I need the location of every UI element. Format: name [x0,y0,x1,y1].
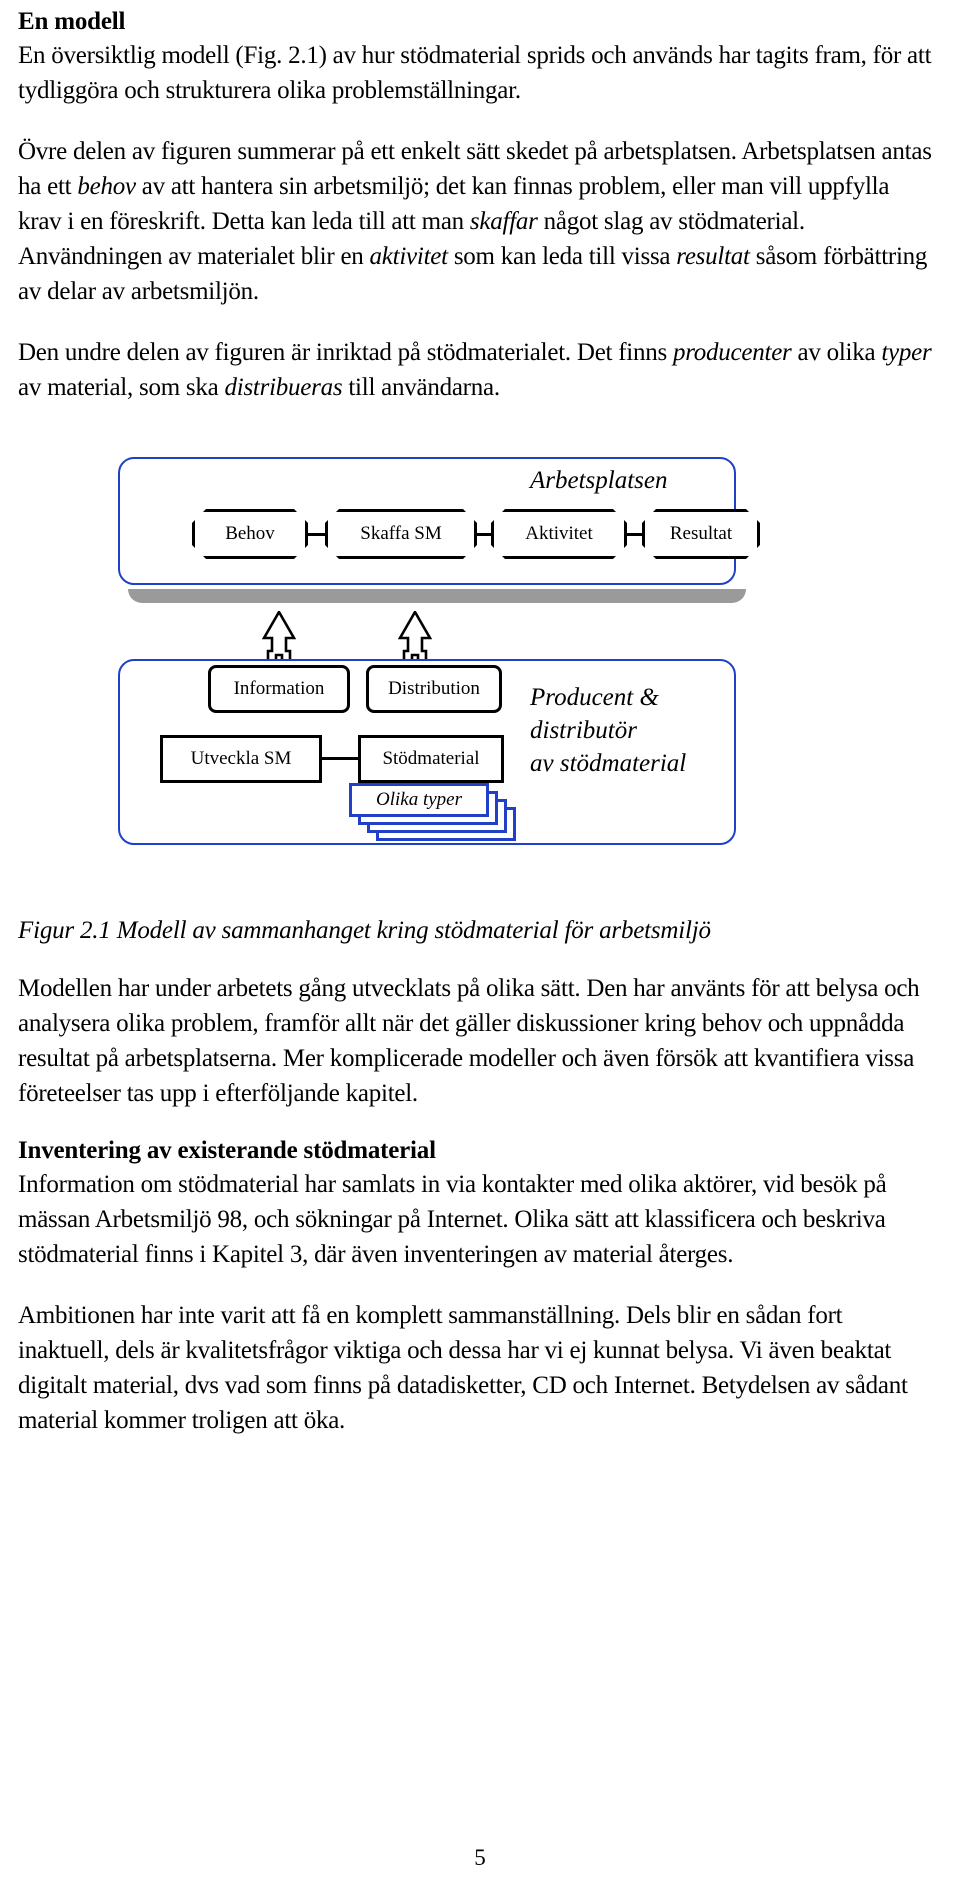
node-skaffa-sm: Skaffa SM [325,509,477,559]
producer-panel-label: Producent & distributör av stödmaterial [530,681,686,780]
paragraph-6: Ambitionen har inte varit att få en komp… [18,1302,908,1434]
page-heading-en-modell: En modell [18,8,126,35]
connector-utveckla-stodmaterial [321,757,361,760]
box-information: Information [208,665,350,713]
connector-behov-skaffa [306,533,328,536]
figure-caption: Figur 2.1 Modell av sammanhanget kring s… [18,917,711,944]
paragraph-5: Information om stödmaterial har samlats … [18,1171,887,1268]
producer-label-line-2: distributör [530,717,637,744]
top-panel-shadow [128,589,746,603]
figure-2-1: Arbetsplatsen Behov Skaffa SM Aktivitet … [18,439,938,909]
box-stodmaterial: Stödmaterial [358,735,504,783]
stack-olika-typer: Olika typer [349,783,489,817]
paragraph-2: Övre delen av figuren summerar på ett en… [18,138,932,305]
page-heading-inventering: Inventering av existerande stödmaterial [18,1137,436,1164]
paragraph-4: Modellen har under arbetets gång utveckl… [18,975,920,1107]
paragraph-3: Den undre delen av figuren är inriktad p… [18,339,932,401]
producer-label-line-1: Producent & [530,684,659,711]
node-behov: Behov [192,509,308,559]
node-resultat: Resultat [642,509,760,559]
paragraph-1: En översiktlig modell (Fig. 2.1) av hur … [18,42,932,104]
node-aktivitet: Aktivitet [491,509,627,559]
document-page: En modell En översiktlig modell (Fig. 2.… [0,0,960,1885]
box-utveckla-sm: Utveckla SM [160,735,322,783]
workplace-panel-label: Arbetsplatsen [530,467,668,494]
box-distribution: Distribution [366,665,502,713]
producer-label-line-3: av stödmaterial [530,750,687,777]
page-number: 5 [474,1845,486,1870]
